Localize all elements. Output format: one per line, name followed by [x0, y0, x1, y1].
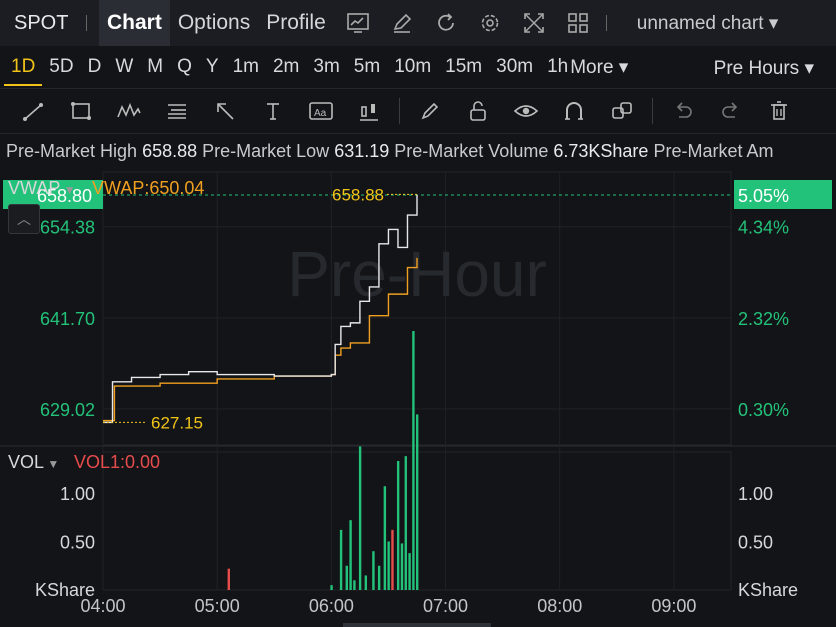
time-tick-label: 08:00 [537, 596, 582, 616]
volume-bar [396, 460, 400, 590]
time-tick-label: 07:00 [423, 596, 468, 616]
volume-bar [345, 565, 348, 590]
volume-bar [400, 543, 404, 590]
volume-bar [408, 553, 411, 590]
volume-bar [330, 585, 333, 590]
percent-tick-label: 2.32% [738, 309, 789, 329]
price-tick-label: 629.02 [40, 400, 95, 420]
time-tick-label: 05:00 [195, 596, 240, 616]
vol-name: VOL [8, 452, 45, 472]
volume-unit-label: KShare [35, 580, 95, 600]
volume-bar [364, 575, 368, 590]
volume-bar [227, 568, 230, 590]
price-volume-chart[interactable]: 04:00 05:00 06:00 07:00 08:00 09:00Pre-Hour65… [0, 0, 836, 627]
volume-bar [339, 529, 343, 590]
volume-tick-label: 1.00 [60, 484, 95, 504]
high-marker-label: 658.88 [332, 185, 384, 204]
volume-bar [377, 565, 381, 590]
caret-down-icon: ▼ [60, 183, 76, 197]
volume-bar [349, 520, 352, 590]
vwap-indicator-value: VWAP:650.04 [92, 178, 205, 198]
caret-down-icon: ▼ [44, 457, 60, 471]
volume-bar [412, 331, 415, 590]
volume-bar [383, 486, 387, 590]
percent-tick-label: 0.30% [738, 400, 789, 420]
chevron-up-icon: ︿ [17, 211, 31, 227]
volume-unit-label-right: KShare [738, 580, 798, 600]
volume-tick-label-right: 1.00 [738, 484, 773, 504]
volume-tick-label-right: 0.50 [738, 533, 773, 553]
low-marker-label: 627.15 [151, 413, 203, 432]
time-tick-label: 09:00 [651, 596, 696, 616]
vol-indicator-value: VOL1:0.00 [74, 452, 161, 472]
vwap-name: VWAP [8, 178, 61, 198]
vol-indicator-label[interactable]: VOL ▼ [8, 452, 59, 473]
percent-tick-label: 4.34% [738, 218, 789, 238]
time-tick-label: 06:00 [309, 596, 354, 616]
volume-bar [391, 529, 394, 590]
volume-bar [372, 551, 375, 590]
volume-tick-label: 0.50 [60, 533, 95, 553]
price-tick-label: 641.70 [40, 309, 95, 329]
current-percent-value: 5.05% [738, 186, 789, 206]
volume-bar [358, 446, 362, 590]
volume-bar [387, 541, 390, 590]
volume-bar [353, 580, 356, 590]
vwap-indicator-label[interactable]: VWAP ▼ [8, 178, 76, 199]
volume-bar [416, 414, 419, 590]
volume-bar [404, 456, 407, 590]
watermark-text: Pre-Hour [287, 238, 547, 310]
horizontal-scrollbar [343, 623, 491, 627]
price-tick-label: 654.38 [40, 218, 95, 238]
collapse-button[interactable]: ︿ [8, 204, 40, 234]
